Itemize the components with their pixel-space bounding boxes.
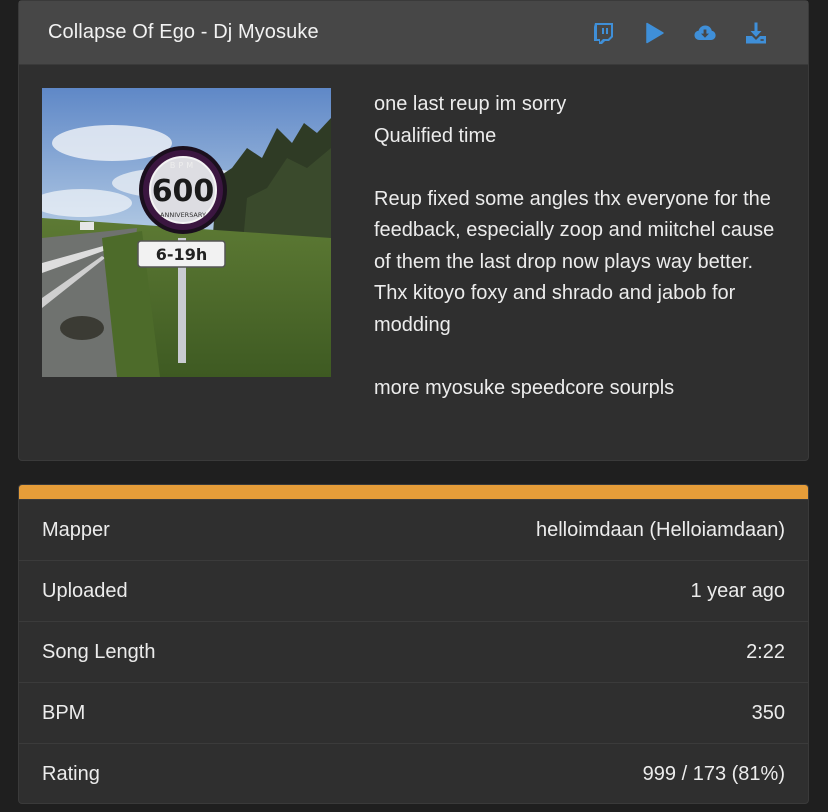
stats-accent-bar [19,485,808,499]
map-body: 6-19h BPM 600 ANNIVERSARY one last reup … [19,65,808,461]
stat-label: Rating [42,762,100,785]
stat-row-uploaded: Uploaded 1 year ago [19,560,808,621]
cover-image: 6-19h BPM 600 ANNIVERSARY [42,88,331,377]
stat-label: Uploaded [42,579,128,602]
stat-value: 999 / 173 (81%) [642,762,785,785]
stat-label: Song Length [42,640,156,663]
cover-sign-sub: ANNIVERSARY [160,211,206,219]
map-actions [591,21,768,45]
stat-value: 1 year ago [690,579,785,602]
cover-sign-bpm: BPM [170,161,196,170]
stat-row-song-length: Song Length 2:22 [19,621,808,682]
cloud-download-icon[interactable] [693,21,717,45]
stat-label: Mapper [42,518,110,541]
map-description: one last reup im sorry Qualified time Re… [374,93,775,399]
map-title: Collapse Of Ego - Dj Myosuke [48,21,319,43]
map-card: Collapse Of Ego - Dj Myosuke 6-19h BPM 6… [18,0,809,461]
twitch-icon[interactable] [591,21,615,45]
download-icon[interactable] [744,21,768,45]
stat-value: 2:22 [746,640,785,663]
stat-row-mapper: Mapper helloimdaan (Helloiamdaan) [19,499,808,560]
stat-value: helloimdaan (Helloiamdaan) [535,518,785,541]
stat-value: 350 [751,701,785,724]
stat-row-bpm: BPM 350 [19,682,808,743]
map-header: Collapse Of Ego - Dj Myosuke [19,1,808,65]
cover-plate-text: 6-19h [156,245,207,264]
cover-sign-number: 600 [152,174,215,209]
stat-label: BPM [42,701,86,724]
stats-card: Mapper helloimdaan (Helloiamdaan) Upload… [18,484,809,804]
stat-row-rating: Rating 999 / 173 (81%) [19,743,808,803]
play-icon[interactable] [642,21,666,45]
cover-art: 6-19h BPM 600 ANNIVERSARY [42,88,331,377]
